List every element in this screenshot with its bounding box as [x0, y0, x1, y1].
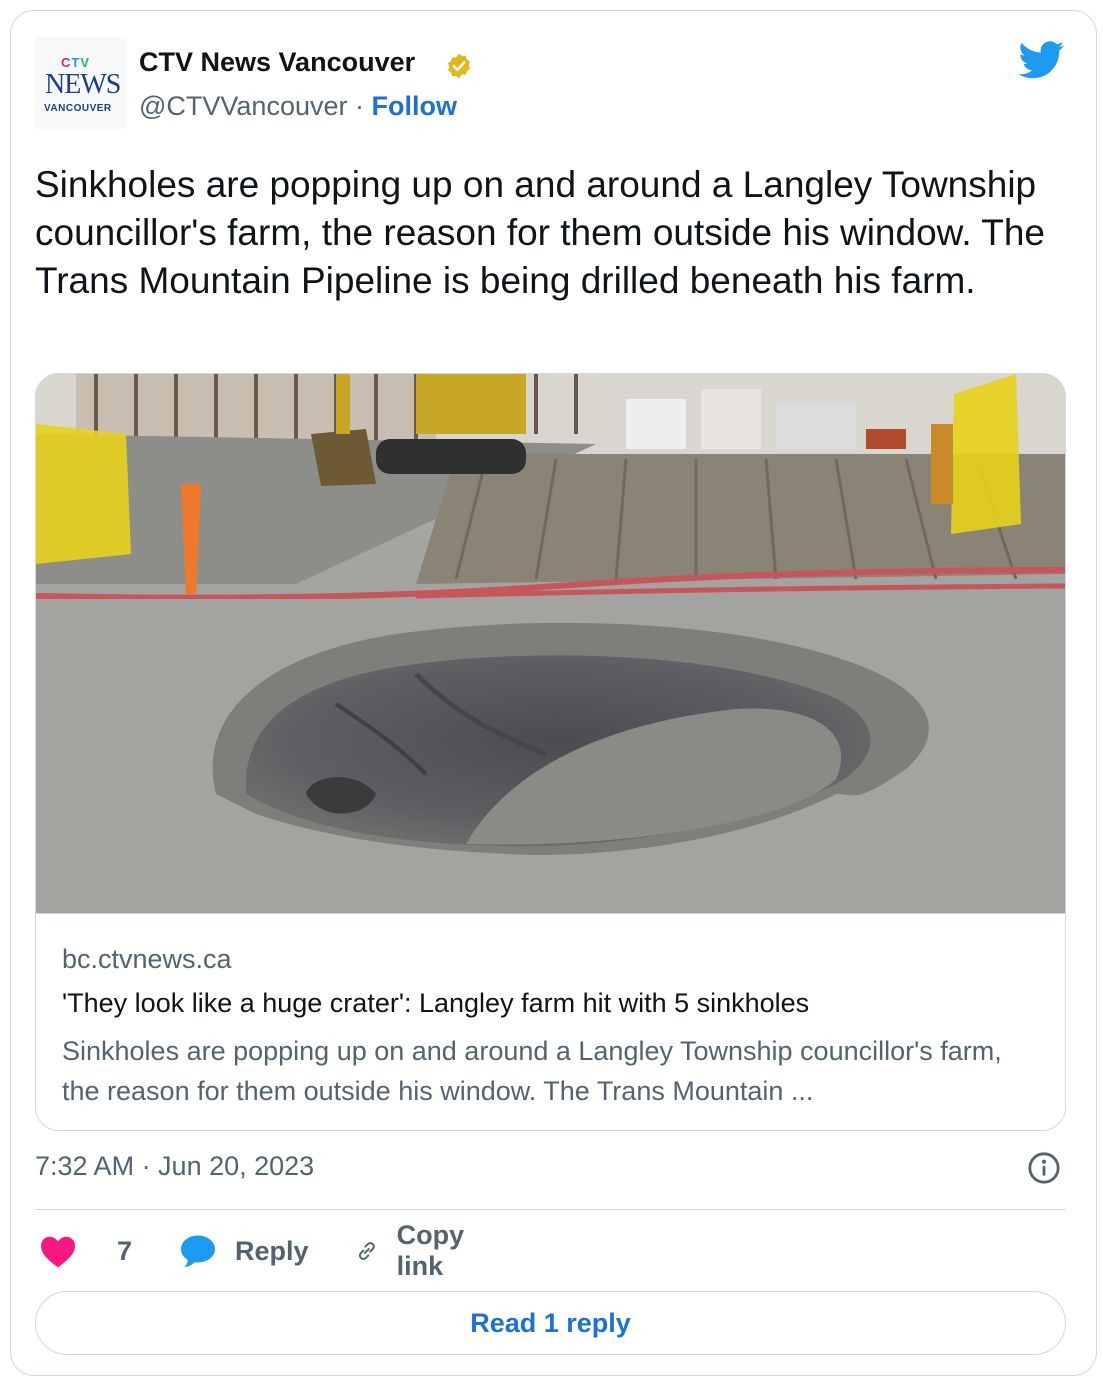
verified-badge-icon: [448, 53, 470, 79]
tweet-text: Sinkholes are popping up on and around a…: [35, 164, 1045, 301]
handle-row: @CTVVancouver · Follow: [139, 91, 457, 122]
link-card-meta: bc.ctvnews.ca 'They look like a huge cra…: [36, 913, 1065, 1130]
link-icon: [358, 1242, 375, 1260]
sinkhole-photo[interactable]: [36, 374, 1066, 913]
ctv-logo: CTV: [61, 55, 91, 70]
tweet-timestamp[interactable]: 7:32 AM · Jun 20, 2023: [35, 1151, 314, 1182]
link-title[interactable]: 'They look like a huge crater': Langley …: [62, 988, 809, 1019]
follow-button[interactable]: Follow: [372, 91, 457, 121]
speech-bubble-icon: [181, 1235, 215, 1268]
link-description: Sinkholes are popping up on and around a…: [62, 1036, 1002, 1106]
info-icon[interactable]: [1027, 1151, 1061, 1185]
account-name[interactable]: CTV News Vancouver: [139, 47, 415, 78]
read-replies-button[interactable]: Read 1 reply: [35, 1291, 1066, 1355]
divider: [35, 1209, 1066, 1210]
avatar[interactable]: CTV NEWS VANCOUVER: [35, 37, 127, 129]
avatar-logo-news: NEWS: [45, 69, 121, 100]
reply-label: Reply: [235, 1235, 309, 1266]
tweet-card: CTV NEWS VANCOUVER CTV News Vancouver @C…: [10, 10, 1097, 1376]
twitter-bird-icon[interactable]: [1019, 41, 1065, 79]
link-domain: bc.ctvnews.ca: [62, 944, 232, 974]
like-button[interactable]: 7: [39, 1229, 132, 1273]
heart-icon: [41, 1236, 75, 1268]
avatar-logo-region: VANCOUVER: [44, 103, 112, 114]
handle-separator: ·: [347, 91, 372, 121]
like-count: 7: [117, 1235, 133, 1266]
reply-button[interactable]: Reply: [179, 1229, 309, 1273]
account-handle[interactable]: @CTVVancouver: [139, 91, 348, 121]
copy-link-button[interactable]: Copy link: [355, 1220, 477, 1281]
copy-link-label: Copy link: [396, 1220, 465, 1281]
link-preview-card[interactable]: bc.ctvnews.ca 'They look like a huge cra…: [35, 373, 1066, 1131]
